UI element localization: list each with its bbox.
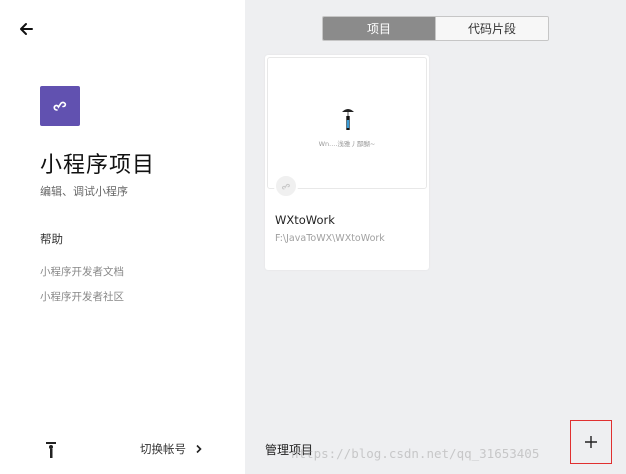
thumbnail-caption: Wn....浅雅丿鄙醐~ xyxy=(318,140,376,148)
developer-docs-link[interactable]: 小程序开发者文档 xyxy=(40,264,124,279)
mini-program-logo-icon xyxy=(40,86,80,126)
chevron-right-icon xyxy=(196,444,202,454)
tab-projects[interactable]: 项目 xyxy=(323,17,435,40)
switch-account-button[interactable]: 切换帐号 xyxy=(140,441,203,457)
page-subtitle: 编辑、调试小程序 xyxy=(40,185,128,198)
project-name: WXtoWork xyxy=(275,213,335,227)
avatar xyxy=(44,440,58,460)
project-card[interactable]: Wn....浅雅丿鄙醐~ WXtoWork F:\JavaToWX\WXtoWo… xyxy=(265,55,429,270)
page-title: 小程序项目 xyxy=(40,153,156,178)
mini-program-badge-icon xyxy=(274,174,298,198)
tab-bar: 项目 代码片段 xyxy=(322,16,549,41)
add-project-button[interactable] xyxy=(570,420,612,464)
help-heading: 帮助 xyxy=(40,232,63,246)
plus-icon xyxy=(585,436,597,448)
project-thumbnail: Wn....浅雅丿鄙醐~ xyxy=(267,57,427,198)
switch-account-label: 切换帐号 xyxy=(140,442,186,456)
umbrella-figure-icon xyxy=(342,109,354,130)
manage-projects-button[interactable]: 管理项目 xyxy=(265,441,313,458)
developer-community-link[interactable]: 小程序开发者社区 xyxy=(40,289,124,304)
back-arrow-icon[interactable] xyxy=(16,18,38,40)
project-path: F:\JavaToWX\WXtoWork xyxy=(275,233,385,244)
watermark: https://blog.csdn.net/qq_31653405 xyxy=(291,446,540,461)
main-panel: 项目 代码片段 Wn....浅雅丿鄙醐~ WXtoWork F:\JavaToW… xyxy=(245,0,626,474)
sidebar: 小程序项目 编辑、调试小程序 帮助 小程序开发者文档 小程序开发者社区 切换帐号 xyxy=(0,0,245,474)
tab-code-snippets[interactable]: 代码片段 xyxy=(435,17,548,40)
